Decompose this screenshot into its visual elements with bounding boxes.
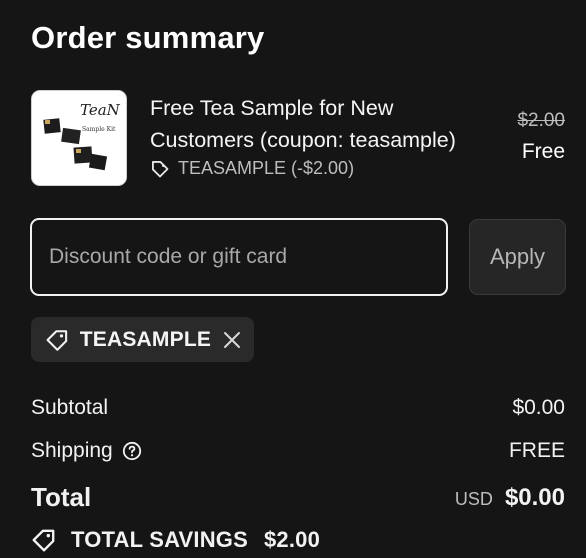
subtotal-value: $0.00 [512, 396, 565, 419]
apply-button[interactable]: Apply [469, 219, 566, 295]
total-savings-label: TOTAL SAVINGS [71, 527, 248, 552]
applied-discount-chip: TEASAMPLE [31, 317, 254, 362]
close-icon [223, 331, 240, 348]
shipping-label: Shipping [31, 439, 113, 462]
subtotal-row: Subtotal $0.00 [31, 396, 565, 420]
total-savings-value: $2.00 [264, 527, 321, 552]
total-value: $0.00 [504, 483, 565, 511]
product-image: TeaN Sample Kit [32, 91, 126, 185]
thumbnail-subtext: Sample Kit [82, 126, 116, 133]
remove-discount-button[interactable] [221, 329, 242, 351]
total-savings: TOTAL SAVINGS $2.00 [31, 527, 320, 553]
subtotal-label: Subtotal [31, 396, 109, 419]
thumbnail-logo-text: TeaN [80, 101, 121, 119]
product-discount-line: TEASAMPLE (-$2.00) [150, 158, 354, 179]
tag-icon [152, 160, 169, 177]
help-circle-icon[interactable] [122, 441, 142, 461]
product-name: Free Tea Sample for New Customers (coupo… [150, 96, 456, 152]
shipping-value: FREE [508, 439, 565, 462]
applied-discount-code: TEASAMPLE [79, 327, 212, 351]
tag-icon [32, 529, 55, 552]
original-price: $2.00 [517, 110, 565, 131]
product-thumbnail: TeaN Sample Kit [31, 90, 127, 186]
order-summary-panel: Order summary TeaN Sample Kit Free Tea S… [0, 0, 586, 558]
shipping-row: Shipping FREE [31, 439, 565, 463]
total-row: Total USD $0.00 [31, 482, 565, 513]
shipping-label-group: Shipping [31, 439, 142, 463]
currency-code: USD [454, 488, 493, 509]
total-amount-group: USD $0.00 [455, 484, 565, 512]
page-title: Order summary [31, 20, 265, 55]
discount-code-input[interactable] [30, 218, 448, 296]
product-discount-text: TEASAMPLE (-$2.00) [178, 158, 355, 178]
total-label: Total [31, 482, 92, 512]
tag-icon [46, 329, 68, 351]
product-price: Free [521, 140, 565, 163]
